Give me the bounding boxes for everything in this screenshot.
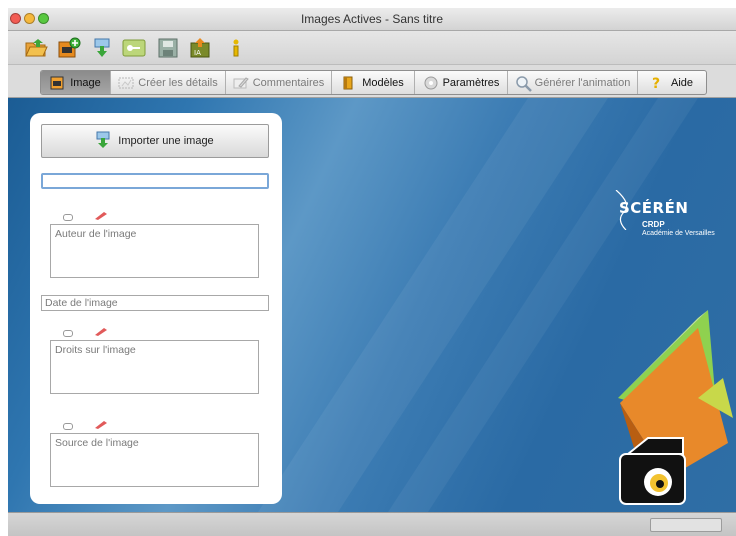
- tab-comments[interactable]: Commentaires: [226, 71, 332, 94]
- date-field[interactable]: Date de l'image: [41, 295, 269, 311]
- help-icon: ?: [651, 76, 665, 92]
- logo-org: CRDP: [642, 220, 665, 229]
- info-icon[interactable]: [224, 36, 248, 60]
- import-icon[interactable]: [90, 36, 114, 60]
- tab-label: Aide: [670, 76, 694, 89]
- eraser-icon[interactable]: [95, 212, 107, 220]
- rights-field[interactable]: Droits sur l'image: [50, 340, 259, 394]
- tab-create-details[interactable]: Créer les détails: [111, 71, 226, 94]
- image-info-panel: Importer une image Auteur de l'image Dat…: [30, 113, 282, 504]
- eraser-icon[interactable]: [95, 328, 107, 336]
- app-window: Images Actives - Sans titre IA Image Cré…: [8, 8, 736, 536]
- tab-bar: Image Créer les détails Commentaires Mod…: [40, 70, 707, 95]
- import-image-button[interactable]: Importer une image: [41, 124, 269, 158]
- tab-settings[interactable]: Paramètres: [415, 71, 508, 94]
- link-icon[interactable]: [63, 214, 73, 221]
- tab-label: Commentaires: [252, 76, 325, 89]
- tab-help[interactable]: ? Aide: [638, 71, 706, 94]
- key-icon[interactable]: [122, 36, 146, 60]
- tab-models[interactable]: Modèles: [332, 71, 415, 94]
- image-title-input[interactable]: [41, 173, 269, 189]
- gear-icon: [423, 76, 438, 90]
- svg-text:IA: IA: [194, 49, 201, 57]
- import-image-label: Importer une image: [118, 135, 214, 147]
- workspace: Importer une image Auteur de l'image Dat…: [8, 98, 736, 512]
- tab-label: Paramètres: [442, 76, 500, 89]
- open-folder-icon[interactable]: [24, 36, 48, 60]
- sceren-logo: SCÉRÉN CRDP Académie de Versailles: [614, 190, 734, 250]
- tab-label: Générer l'animation: [534, 76, 631, 89]
- link-icon[interactable]: [63, 330, 73, 337]
- status-indicator: [650, 518, 722, 532]
- import-icon: [96, 131, 110, 152]
- tab-toolbar: Image Créer les détails Commentaires Mod…: [8, 65, 736, 98]
- export-icon[interactable]: IA: [188, 36, 212, 60]
- tab-label: Créer les détails: [138, 76, 218, 89]
- tab-image[interactable]: Image: [41, 71, 111, 94]
- svg-text:?: ?: [652, 76, 660, 90]
- eraser-icon[interactable]: [95, 421, 107, 429]
- logo-academy: Académie de Versailles: [642, 230, 715, 237]
- tab-label: Image: [70, 76, 101, 89]
- logo-wordmark: SCÉRÉN: [619, 199, 689, 217]
- image-icon: [50, 76, 64, 90]
- book-icon: [342, 76, 356, 90]
- pencil-icon: [233, 76, 249, 90]
- author-tools: [63, 212, 113, 222]
- title-bar: Images Actives - Sans titre: [8, 8, 736, 31]
- rights-tools: [63, 328, 113, 338]
- tab-label: Modèles: [362, 76, 404, 89]
- new-project-icon[interactable]: [57, 36, 81, 60]
- main-toolbar: IA: [8, 31, 736, 65]
- author-field[interactable]: Auteur de l'image: [50, 224, 259, 278]
- details-icon: [118, 76, 134, 90]
- source-field[interactable]: Source de l'image: [50, 433, 259, 487]
- status-bar: [8, 512, 736, 536]
- magnifier-icon: [515, 75, 532, 92]
- link-icon[interactable]: [63, 423, 73, 430]
- source-tools: [63, 421, 113, 431]
- save-icon[interactable]: [156, 36, 180, 60]
- tab-generate-animation[interactable]: Générer l'animation: [508, 71, 638, 94]
- window-title: Images Actives - Sans titre: [300, 12, 444, 26]
